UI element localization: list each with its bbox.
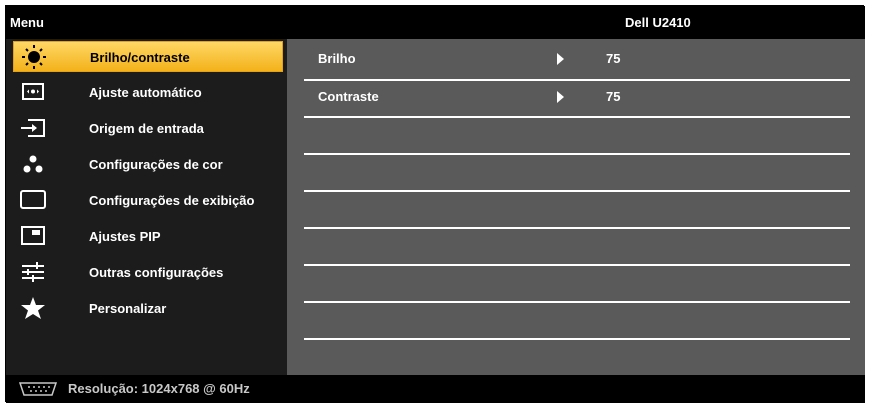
sidebar-item-label: Configurações de exibição (89, 193, 255, 208)
sidebar-item-label: Configurações de cor (89, 157, 223, 172)
sidebar-item-auto-adjust[interactable]: Ajuste automático (13, 77, 283, 108)
sidebar-item-display-settings[interactable]: Configurações de exibição (13, 185, 283, 216)
sidebar-item-label: Ajustes PIP (89, 229, 161, 244)
contrast-value: 75 (606, 89, 621, 104)
vga-connector-icon (17, 382, 59, 396)
divider (304, 116, 850, 118)
sidebar-item-label: Outras configurações (89, 265, 224, 280)
sun-icon (19, 44, 49, 70)
resolution-status: Resolução: 1024x768 @ 60Hz (68, 381, 250, 396)
sidebar-item-pip[interactable]: Ajustes PIP (13, 221, 283, 252)
input-source-icon (18, 115, 48, 141)
divider (304, 264, 850, 266)
sliders-icon (18, 259, 48, 285)
monitor-model: Dell U2410 (625, 15, 691, 30)
settings-panel: Brilho 75 Contraste 75 (287, 39, 865, 375)
divider (304, 190, 850, 192)
title-bar: Menu Dell U2410 (6, 6, 865, 39)
color-dots-icon (18, 151, 48, 177)
monitor-osd: Menu Dell U2410 Brilho/contraste Ajuste … (5, 5, 865, 403)
brightness-label: Brilho (318, 51, 356, 66)
sidebar-item-brightness-contrast[interactable]: Brilho/contraste (13, 41, 283, 72)
sidebar-item-label: Brilho/contraste (90, 50, 190, 65)
divider (304, 338, 850, 340)
brightness-row[interactable]: Brilho 75 (304, 43, 850, 79)
contrast-row[interactable]: Contraste 75 (304, 81, 850, 117)
divider (304, 301, 850, 303)
display-rectangle-icon (18, 187, 48, 213)
brightness-value: 75 (606, 51, 621, 66)
arrow-right-icon (557, 53, 564, 65)
star-icon (18, 295, 48, 321)
sidebar-item-label: Personalizar (89, 301, 167, 316)
sidebar-item-other-settings[interactable]: Outras configurações (13, 257, 283, 288)
menu-title: Menu (10, 15, 44, 30)
sidebar-item-personalize[interactable]: Personalizar (13, 293, 283, 324)
contrast-label: Contraste (318, 89, 379, 104)
status-bar: Resolução: 1024x768 @ 60Hz (6, 375, 865, 403)
divider (304, 227, 850, 229)
sidebar-menu: Brilho/contraste Ajuste automático Orige… (6, 39, 287, 375)
sidebar-item-color-settings[interactable]: Configurações de cor (13, 149, 283, 180)
sidebar-item-label: Ajuste automático (89, 85, 202, 100)
auto-adjust-icon (18, 79, 48, 105)
sidebar-item-label: Origem de entrada (89, 121, 204, 136)
divider (304, 153, 850, 155)
sidebar-item-input-source[interactable]: Origem de entrada (13, 113, 283, 144)
arrow-right-icon (557, 91, 564, 103)
pip-icon (18, 223, 48, 249)
